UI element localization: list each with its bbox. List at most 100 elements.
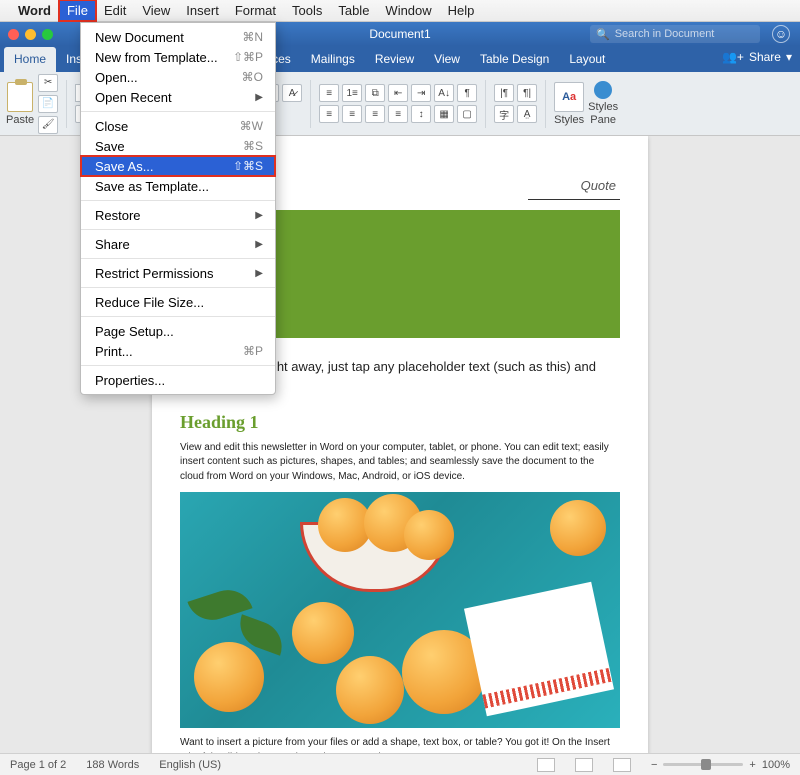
word-count[interactable]: 188 Words <box>86 759 139 771</box>
align-left-icon[interactable]: ≡ <box>319 105 339 123</box>
tab-layout[interactable]: Layout <box>559 47 615 72</box>
menu-separator <box>81 200 275 201</box>
share-label: Share <box>749 50 781 64</box>
file-menu-dropdown: New Document⌘NNew from Template...⇧⌘POpe… <box>80 22 276 395</box>
file-menu-new-from-template[interactable]: New from Template...⇧⌘P <box>81 47 275 67</box>
submenu-arrow-icon: ▶ <box>255 268 263 279</box>
file-menu-close[interactable]: Close⌘W <box>81 116 275 136</box>
bullets-icon[interactable]: ≡ <box>319 84 339 102</box>
clear-formatting-icon[interactable]: A̷ <box>282 84 302 102</box>
file-menu-save-as-template[interactable]: Save as Template... <box>81 176 275 196</box>
menu-insert[interactable]: Insert <box>178 0 227 21</box>
styles-label: Styles <box>554 114 584 126</box>
copy-icon[interactable]: 📄 <box>38 95 58 113</box>
view-mode-web-icon[interactable] <box>613 758 631 772</box>
line-spacing-icon[interactable]: ↕ <box>411 105 431 123</box>
search-in-document[interactable]: 🔍 Search in Document <box>590 25 760 43</box>
body-text-2[interactable]: Want to insert a picture from your files… <box>180 736 620 753</box>
tab-home[interactable]: Home <box>4 47 56 72</box>
align-right-icon[interactable]: ≡ <box>365 105 385 123</box>
zoom-in-icon[interactable]: + <box>749 759 755 771</box>
shading-icon[interactable]: ▦ <box>434 105 454 123</box>
menu-separator <box>81 258 275 259</box>
maximize-window-icon[interactable] <box>42 29 53 40</box>
tab-table-design[interactable]: Table Design <box>470 47 559 72</box>
zoom-slider[interactable] <box>663 763 743 766</box>
submenu-arrow-icon: ▶ <box>255 92 263 103</box>
styles-pane-group[interactable]: StylesPane <box>588 81 618 125</box>
file-menu-share[interactable]: Share▶ <box>81 234 275 254</box>
separator <box>66 80 67 128</box>
multilevel-list-icon[interactable]: ⧉ <box>365 84 385 102</box>
menu-window[interactable]: Window <box>377 0 439 21</box>
view-mode-print-icon[interactable] <box>575 758 593 772</box>
menu-table[interactable]: Table <box>330 0 377 21</box>
share-button[interactable]: 👥+ Share ▾ <box>722 50 792 64</box>
page-indicator[interactable]: Page 1 of 2 <box>10 759 66 771</box>
cut-icon[interactable]: ✂ <box>38 74 58 92</box>
format-painter-icon[interactable]: 🖌 <box>38 116 58 134</box>
decrease-indent-icon[interactable]: ⇤ <box>388 84 408 102</box>
placeholder-image[interactable] <box>180 492 620 728</box>
text-direction-rtl-icon[interactable]: ¶| <box>517 84 537 102</box>
paste-icon <box>7 82 33 112</box>
menu-format[interactable]: Format <box>227 0 284 21</box>
file-menu-restore[interactable]: Restore▶ <box>81 205 275 225</box>
styles-pane-label: StylesPane <box>588 101 618 125</box>
file-menu-save[interactable]: Save⌘S <box>81 136 275 156</box>
menu-edit[interactable]: Edit <box>96 0 134 21</box>
close-window-icon[interactable] <box>8 29 19 40</box>
numbering-icon[interactable]: 1≡ <box>342 84 362 102</box>
file-menu-open[interactable]: Open...⌘O <box>81 67 275 87</box>
styles-pane-icon <box>594 81 612 99</box>
language-indicator[interactable]: English (US) <box>159 759 221 771</box>
mac-menubar: Word FileEditViewInsertFormatToolsTableW… <box>0 0 800 22</box>
file-menu-print[interactable]: Print...⌘P <box>81 341 275 361</box>
text-direction-icon[interactable]: |¶ <box>494 84 514 102</box>
minimize-window-icon[interactable] <box>25 29 36 40</box>
submenu-arrow-icon: ▶ <box>255 210 263 221</box>
menu-file[interactable]: File <box>59 0 96 21</box>
heading-1[interactable]: Heading 1 <box>180 412 620 433</box>
search-placeholder: Search in Document <box>615 28 715 40</box>
paste-group[interactable]: Paste <box>6 82 34 126</box>
help-icon[interactable]: ☺ <box>772 25 790 43</box>
body-text-1[interactable]: View and edit this newsletter in Word on… <box>180 441 620 485</box>
tab-view[interactable]: View <box>424 47 470 72</box>
align-center-icon[interactable]: ≡ <box>342 105 362 123</box>
file-menu-open-recent[interactable]: Open Recent▶ <box>81 87 275 107</box>
menu-help[interactable]: Help <box>440 0 483 21</box>
file-menu-page-setup[interactable]: Page Setup... <box>81 321 275 341</box>
tab-mailings[interactable]: Mailings <box>301 47 365 72</box>
increase-indent-icon[interactable]: ⇥ <box>411 84 431 102</box>
menu-tools[interactable]: Tools <box>284 0 330 21</box>
borders-icon[interactable]: ▢ <box>457 105 477 123</box>
styles-icon: Aa <box>554 82 584 112</box>
justify-icon[interactable]: ≡ <box>388 105 408 123</box>
app-name[interactable]: Word <box>18 3 51 18</box>
share-icon: 👥+ <box>722 50 744 64</box>
menu-separator <box>81 229 275 230</box>
zoom-value[interactable]: 100% <box>762 759 790 771</box>
file-menu-new-document[interactable]: New Document⌘N <box>81 27 275 47</box>
menu-view[interactable]: View <box>134 0 178 21</box>
menu-separator <box>81 287 275 288</box>
asian-layout-icon[interactable]: 字 <box>494 105 514 123</box>
file-menu-save-as[interactable]: Save As...⇧⌘S <box>81 156 275 176</box>
view-mode-read-icon[interactable] <box>537 758 555 772</box>
file-menu-restrict-permissions[interactable]: Restrict Permissions▶ <box>81 263 275 283</box>
show-marks-icon[interactable]: ¶ <box>457 84 477 102</box>
clipboard-tools: ✂ 📄 🖌 <box>38 74 58 134</box>
separator <box>310 80 311 128</box>
zoom-control[interactable]: − + 100% <box>651 759 790 771</box>
sort-icon[interactable]: A↓ <box>434 84 454 102</box>
file-menu-properties[interactable]: Properties... <box>81 370 275 390</box>
zoom-out-icon[interactable]: − <box>651 759 657 771</box>
phonetic-guide-icon[interactable]: A̤ <box>517 105 537 123</box>
file-menu-reduce-file-size[interactable]: Reduce File Size... <box>81 292 275 312</box>
styles-group[interactable]: Aa Styles <box>554 82 584 126</box>
menu-separator <box>81 111 275 112</box>
tab-review[interactable]: Review <box>365 47 424 72</box>
chevron-down-icon: ▾ <box>786 50 792 64</box>
separator <box>485 80 486 128</box>
